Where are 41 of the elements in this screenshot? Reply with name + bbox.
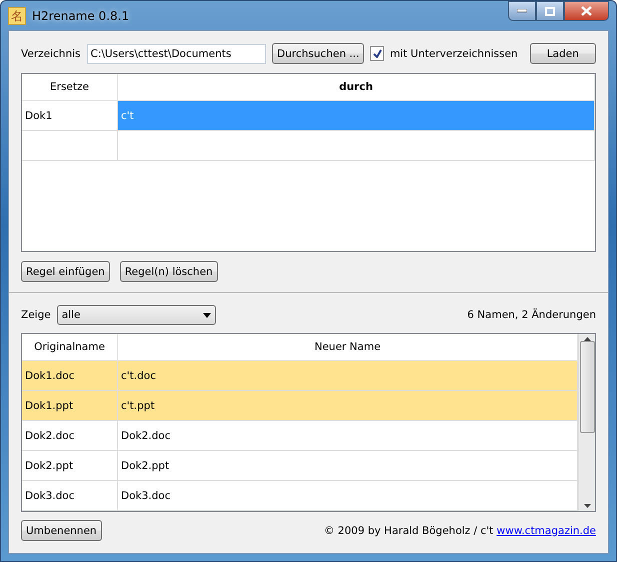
directory-field[interactable]: C:\Users\cttest\Documents — [86, 44, 266, 64]
file-cell: Dok3.doc — [118, 480, 578, 510]
credit-text: © 2009 by Harald Bögeholz / c't www.ctmagazin.de — [324, 524, 596, 536]
rule-button[interactable]: Regel(n) löschen — [120, 261, 218, 282]
file-cell: Dok3.doc — [22, 480, 118, 510]
subdirs-checkbox[interactable] — [370, 46, 384, 61]
close-button[interactable] — [564, 1, 609, 21]
rename-button[interactable]: Umbenennen — [21, 520, 102, 541]
filter-dropdown[interactable]: alle — [56, 305, 216, 325]
website-link[interactable]: www.ctmagazin.de — [496, 524, 596, 536]
rule-cell[interactable] — [22, 130, 118, 160]
minimize-button[interactable] — [508, 1, 536, 21]
rule-button[interactable]: Regel einfügen — [21, 261, 110, 282]
column-header[interactable]: durch — [118, 74, 594, 100]
file-cell: Dok2.ppt — [22, 450, 118, 480]
file-cell: Dok2.doc — [22, 420, 118, 450]
caret-icon — [202, 312, 211, 318]
column-header[interactable]: Neuer Name — [118, 334, 578, 360]
file-cell: c't.ppt — [118, 390, 578, 420]
column-header[interactable]: Ersetze — [22, 74, 118, 100]
maximize-icon — [545, 6, 555, 16]
subdirs-label: mit Unterverzeichnissen — [390, 48, 518, 60]
app-icon: 名 — [8, 6, 26, 24]
file-cell: Dok2.doc — [118, 420, 578, 450]
summary-text: 6 Namen, 2 Änderungen — [467, 309, 596, 321]
filter-label: Zeige — [21, 309, 51, 321]
scrollbar[interactable] — [578, 334, 595, 511]
close-icon — [581, 6, 592, 16]
maximize-button[interactable] — [536, 1, 564, 21]
directory-label: Verzeichnis — [21, 48, 81, 60]
load-button[interactable]: Laden — [530, 43, 596, 64]
file-cell: Dok2.ppt — [118, 450, 578, 480]
browse-button[interactable]: Durchsuchen ... — [272, 43, 364, 64]
file-cell: c't.doc — [118, 360, 578, 390]
file-cell: Dok1.doc — [22, 360, 118, 390]
window-title: H2rename 0.8.1 — [32, 8, 130, 22]
column-header[interactable]: Originalname — [22, 334, 118, 360]
minimize-icon — [517, 9, 527, 13]
rule-cell[interactable] — [118, 130, 594, 160]
file-cell: Dok1.ppt — [22, 390, 118, 420]
scroll-down-icon[interactable] — [584, 504, 590, 508]
